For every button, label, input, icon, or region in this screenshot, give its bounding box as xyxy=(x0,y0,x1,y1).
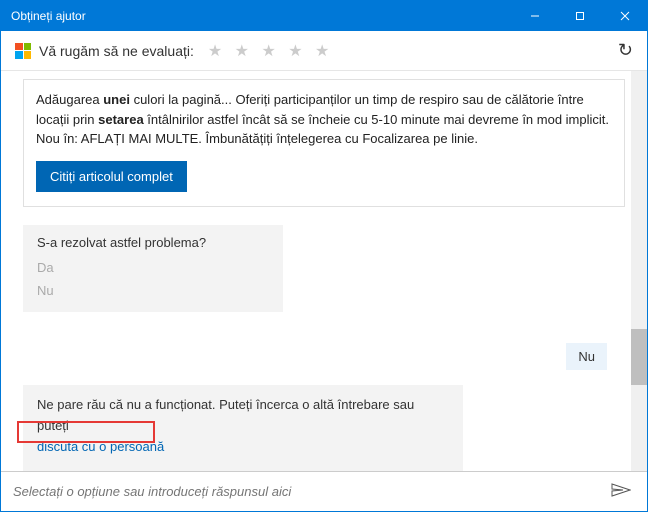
rating-prompt: Vă rugăm să ne evaluați: xyxy=(39,43,194,59)
bot-feedback-bubble: S-a rezolvat astfel problema? Da Nu xyxy=(23,225,283,312)
article-card: Adăugarea unei culori la pagină... Oferi… xyxy=(23,79,625,207)
close-button[interactable] xyxy=(602,1,647,31)
rating-stars[interactable]: ★ ★ ★ ★ ★ xyxy=(208,41,334,61)
window-controls xyxy=(512,1,647,31)
article-bold-2: setarea xyxy=(98,112,144,127)
minimize-button[interactable] xyxy=(512,1,557,31)
titlebar: Obțineți ajutor xyxy=(1,1,647,31)
rating-bar: Vă rugăm să ne evaluați: ★ ★ ★ ★ ★ ↻ xyxy=(1,31,647,71)
feedback-option-no[interactable]: Nu xyxy=(37,283,269,298)
followup-text: Ne pare rău că nu a funcționat. Puteți î… xyxy=(37,397,414,433)
article-text-1: Adăugarea xyxy=(36,92,103,107)
scrollbar-thumb[interactable] xyxy=(631,329,647,385)
article-bold-1: unei xyxy=(103,92,130,107)
message-input[interactable] xyxy=(13,484,607,499)
talk-to-person-link[interactable]: discuta cu o persoană xyxy=(37,439,164,454)
bot-followup-bubble: Ne pare rău că nu a funcționat. Puteți î… xyxy=(23,385,463,471)
input-bar xyxy=(1,471,647,511)
microsoft-logo-icon xyxy=(15,43,31,59)
maximize-button[interactable] xyxy=(557,1,602,31)
scrollbar-track[interactable] xyxy=(631,71,647,471)
window-title: Obțineți ajutor xyxy=(11,9,86,23)
send-icon[interactable] xyxy=(607,481,635,502)
refresh-icon[interactable]: ↻ xyxy=(618,40,633,61)
user-reply-bubble: Nu xyxy=(566,343,607,370)
chat-content: Adăugarea unei culori la pagină... Oferi… xyxy=(1,71,647,471)
feedback-question: S-a rezolvat astfel problema? xyxy=(37,235,269,250)
feedback-option-yes[interactable]: Da xyxy=(37,260,269,275)
read-full-article-button[interactable]: Citiți articolul complet xyxy=(36,161,187,192)
